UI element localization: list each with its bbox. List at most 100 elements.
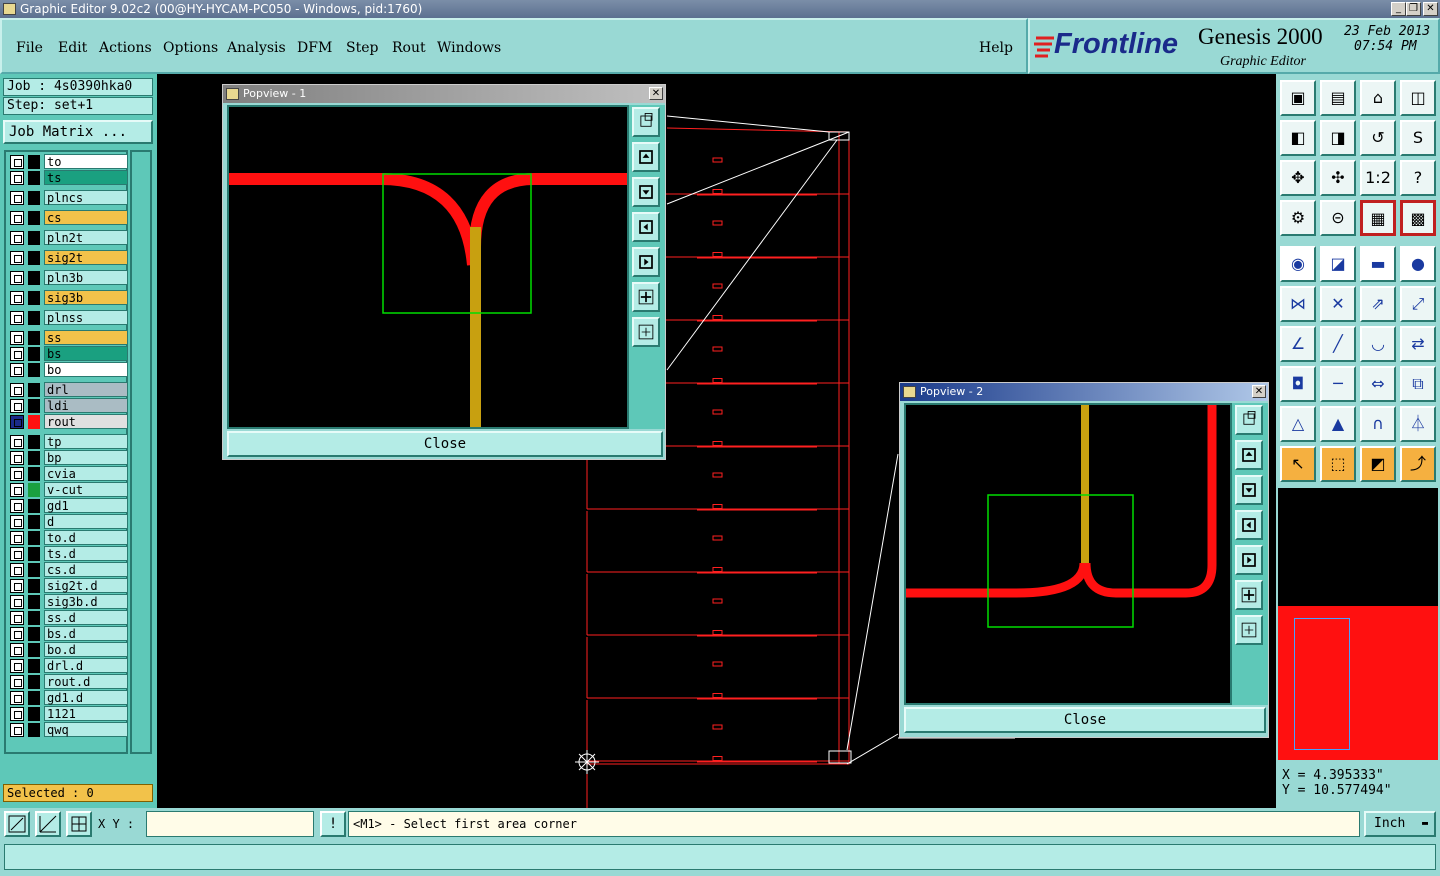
layer-checkbox[interactable] <box>10 643 24 657</box>
pv1-zoom-area-icon[interactable] <box>632 107 660 137</box>
layer-color-swatch[interactable] <box>28 347 40 361</box>
layer-row-v-cut[interactable]: v-cut <box>8 482 128 497</box>
layer-checkbox[interactable] <box>10 499 24 513</box>
home-icon[interactable]: ⌂ <box>1360 80 1396 116</box>
netlist-compare-icon[interactable]: ▩ <box>1400 200 1436 236</box>
select-icon[interactable]: ◪ <box>1320 246 1356 282</box>
layer-color-swatch[interactable] <box>28 467 40 481</box>
layer-checkbox[interactable] <box>10 383 24 397</box>
layer-color-swatch[interactable] <box>28 311 40 325</box>
layer-checkbox[interactable] <box>10 331 24 345</box>
layer-name[interactable]: rout <box>44 414 128 429</box>
layer-checkbox[interactable] <box>10 191 24 205</box>
layer-checkbox[interactable] <box>10 611 24 625</box>
maximize-button[interactable]: ❐ <box>1406 2 1421 16</box>
measure-icon[interactable] <box>35 811 61 837</box>
layer-checkbox[interactable] <box>10 435 24 449</box>
layer-checkbox[interactable] <box>10 467 24 481</box>
layer-row-ts.d[interactable]: ts.d <box>8 546 128 561</box>
pv2-pan-down-icon[interactable] <box>1235 475 1263 505</box>
zoom-home-icon[interactable]: ✣ <box>1320 160 1356 196</box>
layer-row-gd1[interactable]: gd1 <box>8 498 128 513</box>
layer-row-plncs[interactable]: plncs <box>8 190 128 205</box>
pad-icon[interactable]: ● <box>1400 246 1436 282</box>
layer-row-sig2t.d[interactable]: sig2t.d <box>8 578 128 593</box>
layer-name[interactable]: sig3b.d <box>44 594 128 609</box>
menu-actions[interactable]: Actions <box>99 40 152 56</box>
triangle-icon[interactable]: △ <box>1280 406 1316 442</box>
group-icon[interactable]: ⧉ <box>1400 366 1436 402</box>
rotate-icon[interactable]: ↺ <box>1360 120 1396 156</box>
pointer-route-icon[interactable]: ⤴ <box>1400 446 1436 482</box>
split-icon[interactable]: ─ <box>1320 366 1356 402</box>
xy-input[interactable] <box>146 811 314 837</box>
layer-name[interactable]: bo.d <box>44 642 128 657</box>
layer-checkbox[interactable] <box>10 547 24 561</box>
measure-ruler-icon[interactable]: ▬ <box>1360 246 1396 282</box>
layer-row-bp[interactable]: bp <box>8 450 128 465</box>
pv2-zoom-area-icon[interactable] <box>1235 405 1263 435</box>
fit-icon[interactable]: ✥ <box>1280 160 1316 196</box>
menu-options[interactable]: Options <box>163 40 218 56</box>
pv1-zoom-out-icon[interactable] <box>632 317 660 347</box>
layer-checkbox[interactable] <box>10 531 24 545</box>
layer-row-ldi[interactable]: ldi <box>8 398 128 413</box>
layer-color-swatch[interactable] <box>28 399 40 413</box>
layer-row-sig3b.d[interactable]: sig3b.d <box>8 594 128 609</box>
minimize-button[interactable]: _ <box>1391 2 1406 16</box>
layer-color-swatch[interactable] <box>28 435 40 449</box>
layer-row-drl[interactable]: drl <box>8 382 128 397</box>
layer-checkbox[interactable] <box>10 155 24 169</box>
layer-color-swatch[interactable] <box>28 723 40 737</box>
open-icon[interactable]: ▣ <box>1280 80 1316 116</box>
drill-icon[interactable]: ⊝ <box>1320 200 1356 236</box>
polygon-icon[interactable]: ▲ <box>1320 406 1356 442</box>
pv1-zoom-in-icon[interactable] <box>632 282 660 312</box>
layer-name[interactable]: ldi <box>44 398 128 413</box>
alert-button[interactable]: ! <box>320 811 346 837</box>
layer-row-qwq[interactable]: qwq <box>8 722 128 737</box>
layer-row-drl.d[interactable]: drl.d <box>8 658 128 673</box>
layout-icon[interactable]: ◫ <box>1400 80 1436 116</box>
layer-name[interactable]: drl.d <box>44 658 128 673</box>
layer-color-swatch[interactable] <box>28 451 40 465</box>
layer-row-ss.d[interactable]: ss.d <box>8 610 128 625</box>
layer-color-swatch[interactable] <box>28 531 40 545</box>
delete-icon[interactable]: ✕ <box>1320 286 1356 322</box>
layer-color-swatch[interactable] <box>28 627 40 641</box>
layer-name[interactable]: sig3b <box>44 290 128 305</box>
layer-color-swatch[interactable] <box>28 611 40 625</box>
layer-color-swatch[interactable] <box>28 291 40 305</box>
layer-checkbox[interactable] <box>10 311 24 325</box>
layer-row-bo.d[interactable]: bo.d <box>8 642 128 657</box>
layer-row-rout[interactable]: rout <box>8 414 128 429</box>
menu-windows[interactable]: Windows <box>437 40 501 56</box>
layer-checkbox[interactable] <box>10 515 24 529</box>
menu-analysis[interactable]: Analysis <box>227 40 286 56</box>
layer-row-cs[interactable]: cs <box>8 210 128 225</box>
pv1-pan-left-icon[interactable] <box>632 212 660 242</box>
layer-name[interactable]: v-cut <box>44 482 128 497</box>
layer-color-swatch[interactable] <box>28 211 40 225</box>
arch-icon[interactable]: ∩ <box>1360 406 1396 442</box>
layer-name[interactable]: ss <box>44 330 128 345</box>
snap-point-icon[interactable]: ◘ <box>1280 366 1316 402</box>
layer-checkbox[interactable] <box>10 563 24 577</box>
layer-name[interactable]: pln2t <box>44 230 128 245</box>
layer-checkbox[interactable] <box>10 483 24 497</box>
layer-checkbox[interactable] <box>10 579 24 593</box>
layer-name[interactable]: to <box>44 154 128 169</box>
layer-color-swatch[interactable] <box>28 659 40 673</box>
layer-color-swatch[interactable] <box>28 331 40 345</box>
layer-color-swatch[interactable] <box>28 643 40 657</box>
pointer-icon[interactable]: ↖ <box>1280 446 1316 482</box>
layer-checkbox[interactable] <box>10 399 24 413</box>
pv2-pan-left-icon[interactable] <box>1235 510 1263 540</box>
layer-row-bs[interactable]: bs <box>8 346 128 361</box>
layer-row-ts[interactable]: ts <box>8 170 128 185</box>
move-icon[interactable]: ⇗ <box>1360 286 1396 322</box>
layer-row-rout.d[interactable]: rout.d <box>8 674 128 689</box>
layer-color-swatch[interactable] <box>28 483 40 497</box>
layer-name[interactable]: gd1.d <box>44 690 128 705</box>
layer-row-ss[interactable]: ss <box>8 330 128 345</box>
